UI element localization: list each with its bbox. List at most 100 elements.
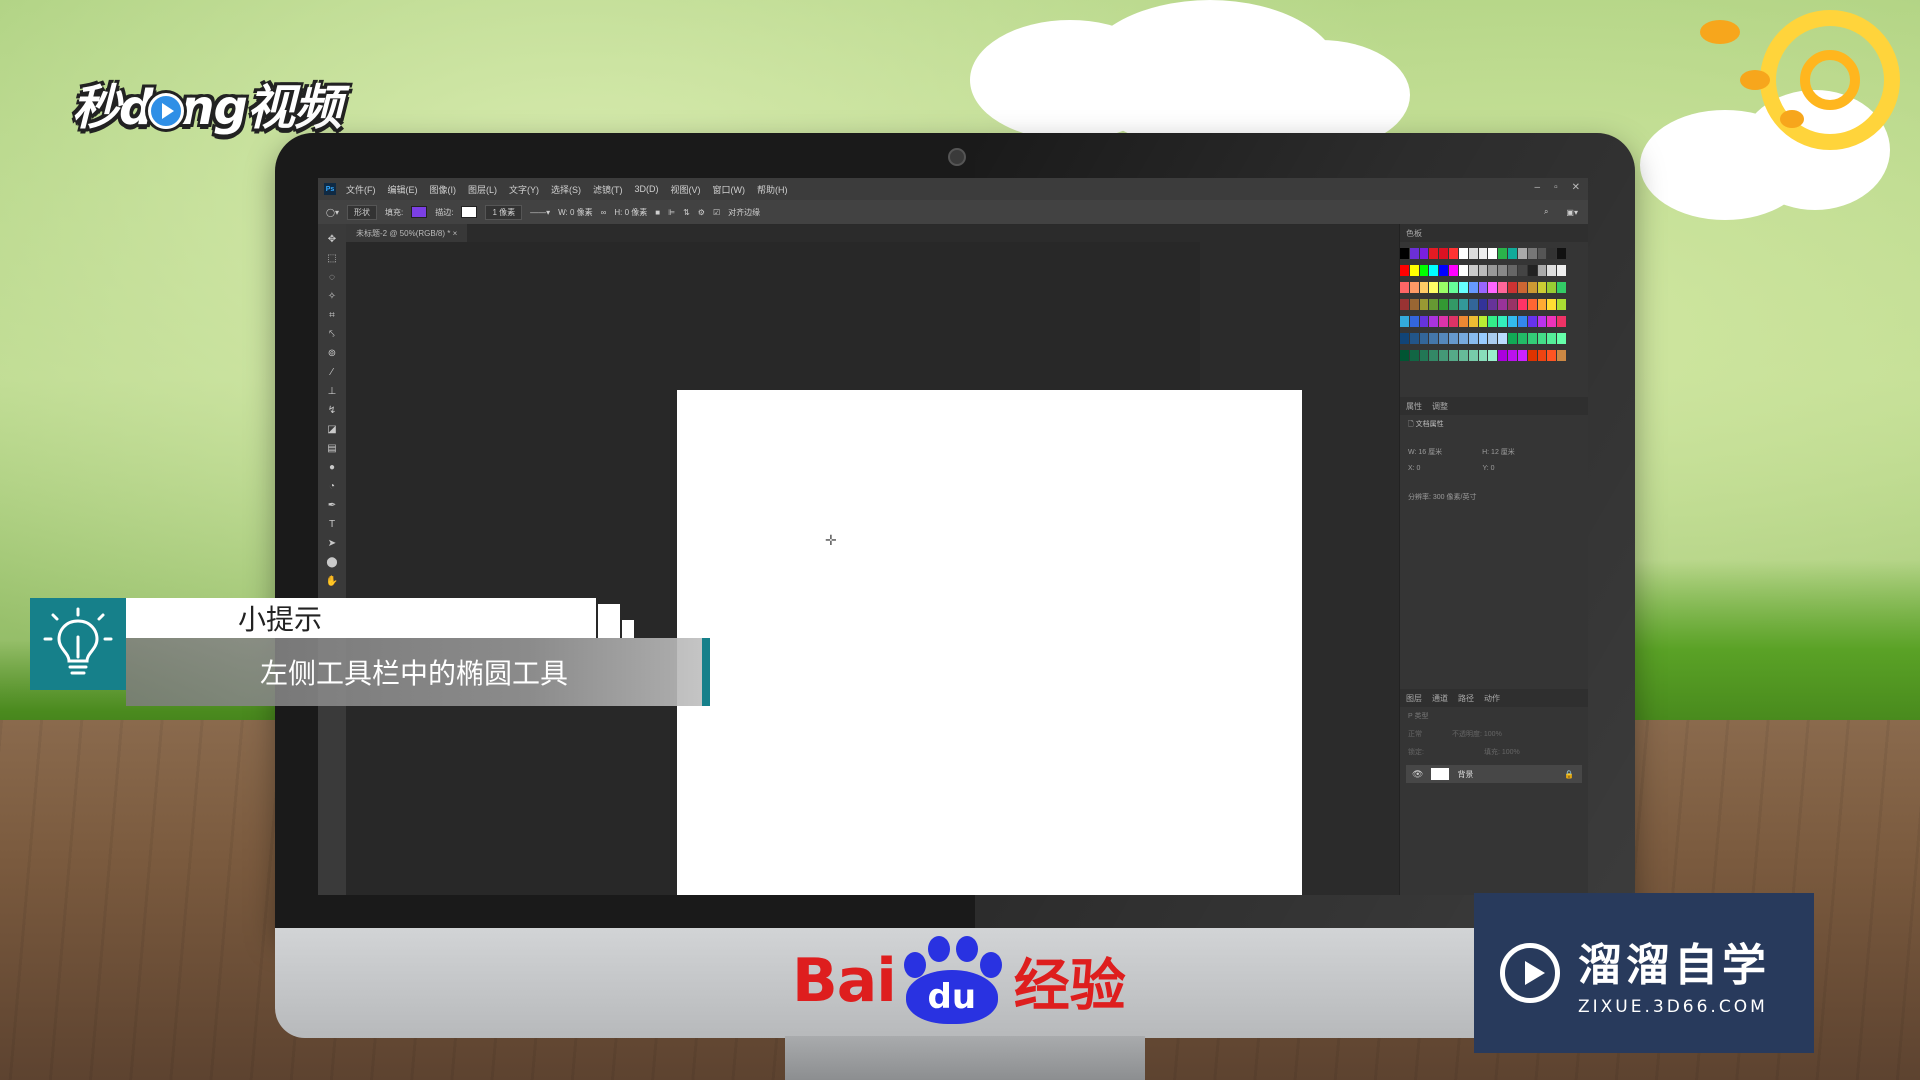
tab-adjustments[interactable]: 调整 (1432, 401, 1448, 412)
color-swatch[interactable] (1537, 282, 1547, 293)
color-swatch[interactable] (1478, 282, 1488, 293)
menu-file[interactable]: 文件(F) (346, 183, 376, 196)
search-icon[interactable]: ⌕ (1544, 207, 1548, 217)
color-swatch[interactable] (1468, 350, 1478, 361)
restore-button[interactable]: ▫ (1554, 182, 1558, 193)
layer-filter[interactable]: P 类型 (1400, 707, 1588, 725)
color-swatch[interactable] (1458, 265, 1468, 276)
color-swatch[interactable] (1557, 248, 1566, 259)
gear-icon[interactable]: ⚙ (698, 208, 705, 217)
color-swatch[interactable] (1498, 333, 1508, 344)
width-field[interactable]: W: 0 像素 (558, 207, 593, 218)
tab-paths[interactable]: 路径 (1458, 693, 1474, 704)
color-swatch[interactable] (1498, 316, 1508, 327)
opacity-field[interactable]: 不透明度: 100% (1452, 729, 1502, 739)
color-swatch[interactable] (1537, 333, 1547, 344)
type-tool-icon[interactable]: T (325, 519, 339, 531)
crop-tool-icon[interactable]: ⌗ (325, 310, 339, 322)
color-swatch[interactable] (1508, 350, 1517, 361)
color-swatch[interactable] (1527, 316, 1537, 327)
color-swatch[interactable] (1458, 316, 1468, 327)
color-swatch[interactable] (1449, 248, 1458, 259)
color-swatch[interactable] (1468, 316, 1478, 327)
color-swatch[interactable] (1488, 265, 1498, 276)
menu-layer[interactable]: 图层(L) (468, 183, 497, 196)
stroke-type-select[interactable]: ——▾ (530, 208, 550, 217)
color-swatch[interactable] (1488, 299, 1498, 310)
color-swatch[interactable] (1517, 299, 1527, 310)
color-swatch[interactable] (1439, 299, 1449, 310)
tab-layers[interactable]: 图层 (1406, 693, 1422, 704)
color-swatch[interactable] (1449, 299, 1458, 310)
color-swatch[interactable] (1527, 282, 1537, 293)
magic-wand-tool-icon[interactable]: ✧ (325, 291, 339, 303)
color-swatch[interactable] (1557, 282, 1566, 293)
lasso-tool-icon[interactable]: ◌ (325, 272, 339, 284)
doc-height-field[interactable]: H: 12 厘米 (1482, 447, 1515, 457)
minimize-button[interactable]: – (1535, 182, 1541, 193)
color-swatch[interactable] (1419, 248, 1429, 259)
color-swatch[interactable] (1429, 248, 1439, 259)
path-arrangement-icon[interactable]: ⇅ (683, 208, 690, 217)
color-swatch[interactable] (1419, 333, 1429, 344)
layer-row-background[interactable]: 👁 背景 🔒 (1406, 765, 1582, 783)
hand-tool-icon[interactable]: ✋ (325, 576, 339, 588)
color-swatch[interactable] (1537, 248, 1547, 259)
color-swatch[interactable] (1508, 299, 1517, 310)
color-swatch[interactable] (1527, 333, 1537, 344)
color-swatch[interactable] (1449, 282, 1458, 293)
color-swatch[interactable] (1439, 248, 1449, 259)
color-swatch[interactable] (1498, 265, 1508, 276)
doc-width-field[interactable]: W: 16 厘米 (1408, 447, 1442, 457)
color-swatch[interactable] (1508, 333, 1517, 344)
color-swatch[interactable] (1468, 333, 1478, 344)
color-swatch[interactable] (1557, 333, 1566, 344)
color-swatch[interactable] (1439, 350, 1449, 361)
ellipse-tool-preset-icon[interactable]: ◯▾ (326, 208, 339, 217)
color-swatch[interactable] (1537, 299, 1547, 310)
color-swatch[interactable] (1527, 265, 1537, 276)
color-swatch[interactable] (1409, 350, 1419, 361)
color-swatch[interactable] (1478, 248, 1488, 259)
color-swatch[interactable] (1508, 248, 1517, 259)
color-swatch[interactable] (1468, 299, 1478, 310)
color-swatch[interactable] (1527, 350, 1537, 361)
tab-properties[interactable]: 属性 (1406, 401, 1422, 412)
link-icon[interactable]: ∞ (601, 208, 607, 217)
color-swatch[interactable] (1547, 282, 1557, 293)
color-swatch[interactable] (1508, 316, 1517, 327)
color-swatch[interactable] (1458, 350, 1468, 361)
color-swatch[interactable] (1547, 333, 1557, 344)
menu-window[interactable]: 窗口(W) (713, 183, 746, 196)
menu-view[interactable]: 视图(V) (671, 183, 701, 196)
eye-icon[interactable]: 👁 (1412, 769, 1423, 780)
color-swatch[interactable] (1468, 248, 1478, 259)
close-button[interactable]: ✕ (1572, 182, 1580, 193)
color-swatch[interactable] (1429, 299, 1439, 310)
color-swatch[interactable] (1449, 350, 1458, 361)
color-swatch[interactable] (1498, 282, 1508, 293)
color-swatch[interactable] (1400, 299, 1409, 310)
path-selection-tool-icon[interactable]: ➤ (325, 538, 339, 550)
clone-stamp-tool-icon[interactable]: ⊥ (325, 386, 339, 398)
menu-image[interactable]: 图像(I) (430, 183, 457, 196)
photoshop-logo-icon[interactable]: Ps (324, 183, 336, 195)
move-tool-icon[interactable]: ✥ (325, 234, 339, 246)
color-swatch[interactable] (1547, 248, 1557, 259)
color-swatch[interactable] (1400, 265, 1409, 276)
color-swatch[interactable] (1409, 248, 1419, 259)
color-swatch[interactable] (1517, 350, 1527, 361)
color-swatch[interactable] (1488, 350, 1498, 361)
color-swatch[interactable] (1439, 265, 1449, 276)
color-swatch[interactable] (1498, 299, 1508, 310)
color-swatch[interactable] (1557, 350, 1566, 361)
menu-help[interactable]: 帮助(H) (757, 183, 788, 196)
workspace-icon[interactable]: ▣▾ (1566, 208, 1578, 217)
color-swatch[interactable] (1449, 265, 1458, 276)
healing-brush-tool-icon[interactable]: ⊚ (325, 348, 339, 360)
document-tab[interactable]: 未标题-2 @ 50%(RGB/8) * × (346, 224, 468, 242)
brush-tool-icon[interactable]: ⁄ (325, 367, 339, 379)
color-swatch[interactable] (1508, 282, 1517, 293)
document-canvas[interactable]: ✛ (677, 390, 1302, 895)
color-swatch[interactable] (1400, 282, 1409, 293)
